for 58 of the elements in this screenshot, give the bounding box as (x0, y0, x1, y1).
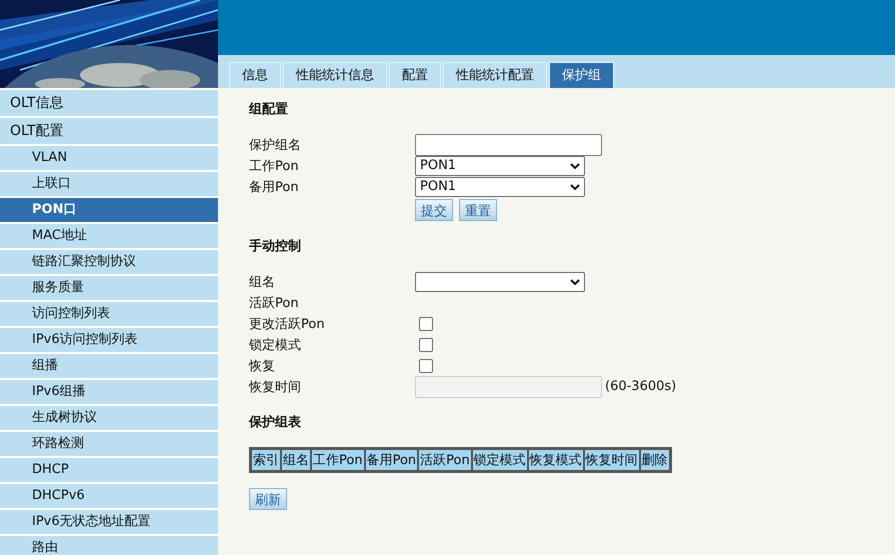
column-header: 活跃Pon (418, 449, 472, 471)
sidebar-item[interactable]: IPv6访问控制列表 (0, 328, 218, 352)
input-field[interactable] (415, 134, 602, 156)
field-label: 工作Pon (249, 158, 300, 174)
button[interactable]: 重置 (459, 199, 497, 221)
sidebar-item[interactable]: OLT配置 (0, 118, 218, 144)
sidebar-item[interactable]: PON口 (0, 198, 218, 222)
sidebar-item[interactable]: 组播 (0, 354, 218, 378)
field-label: 更改活跃Pon (249, 316, 326, 332)
button[interactable]: 刷新 (249, 488, 287, 510)
sidebar-item[interactable]: 服务质量 (0, 276, 218, 300)
caret-icon (570, 278, 580, 284)
column-header: 工作Pon (311, 449, 365, 471)
dropdown[interactable]: PON1 (415, 156, 585, 176)
sidebar-item[interactable]: DHCPv6 (0, 484, 218, 508)
column-header: 删除 (640, 449, 670, 471)
sidebar-item[interactable]: 路由 (0, 536, 218, 555)
range-hint: (60-3600s) (605, 379, 676, 394)
sidebar-item[interactable]: OLT信息 (0, 90, 218, 116)
field-label: 锁定模式 (249, 336, 302, 354)
caret-icon (570, 162, 580, 168)
sidebar-item[interactable]: 上联口 (0, 172, 218, 196)
section-title: 组配置 (249, 101, 289, 119)
column-header: 锁定模式 (472, 449, 528, 471)
tab[interactable]: 性能统计信息 (283, 62, 387, 88)
field-label: 恢复 (249, 358, 276, 374)
tab[interactable]: 性能统计配置 (443, 62, 547, 88)
section-title: 手动控制 (249, 238, 302, 256)
dropdown[interactable] (415, 272, 585, 292)
field-label: 备用Pon (249, 178, 300, 196)
sidebar-item[interactable]: 链路汇聚控制协议 (0, 250, 218, 274)
sidebar-item[interactable]: MAC地址 (0, 224, 218, 248)
dropdown[interactable]: PON1 (415, 176, 585, 196)
checkbox[interactable] (419, 316, 433, 330)
field-label: 保护组名 (249, 136, 302, 154)
sidebar-item[interactable]: IPv6组播 (0, 380, 218, 404)
section-title: 保护组表 (249, 414, 302, 432)
checkbox[interactable] (419, 358, 433, 372)
field-label: 组名 (249, 274, 276, 290)
caret-icon (570, 184, 580, 190)
sidebar-item[interactable]: IPv6无状态地址配置 (0, 510, 218, 534)
column-header: 恢复时间 (584, 449, 640, 471)
button[interactable]: 提交 (415, 199, 453, 221)
sidebar-item[interactable]: 访问控制列表 (0, 302, 218, 326)
field-label: 活跃Pon (249, 294, 300, 312)
field-label: 恢复时间 (249, 378, 302, 396)
column-header: 备用Pon (364, 449, 418, 471)
sidebar-item[interactable]: DHCP (0, 458, 218, 482)
sidebar-item[interactable]: VLAN (0, 146, 218, 170)
sidebar-item[interactable]: 环路检测 (0, 432, 218, 456)
checkbox[interactable] (419, 338, 433, 352)
column-header: 组名 (281, 449, 311, 471)
sidebar-item[interactable]: 生成树协议 (0, 406, 218, 430)
tab[interactable]: 配置 (389, 62, 441, 88)
tab[interactable]: 保护组 (549, 62, 614, 88)
tab[interactable]: 信息 (229, 62, 281, 88)
column-header: 恢复模式 (528, 449, 584, 471)
column-header: 索引 (251, 449, 281, 471)
